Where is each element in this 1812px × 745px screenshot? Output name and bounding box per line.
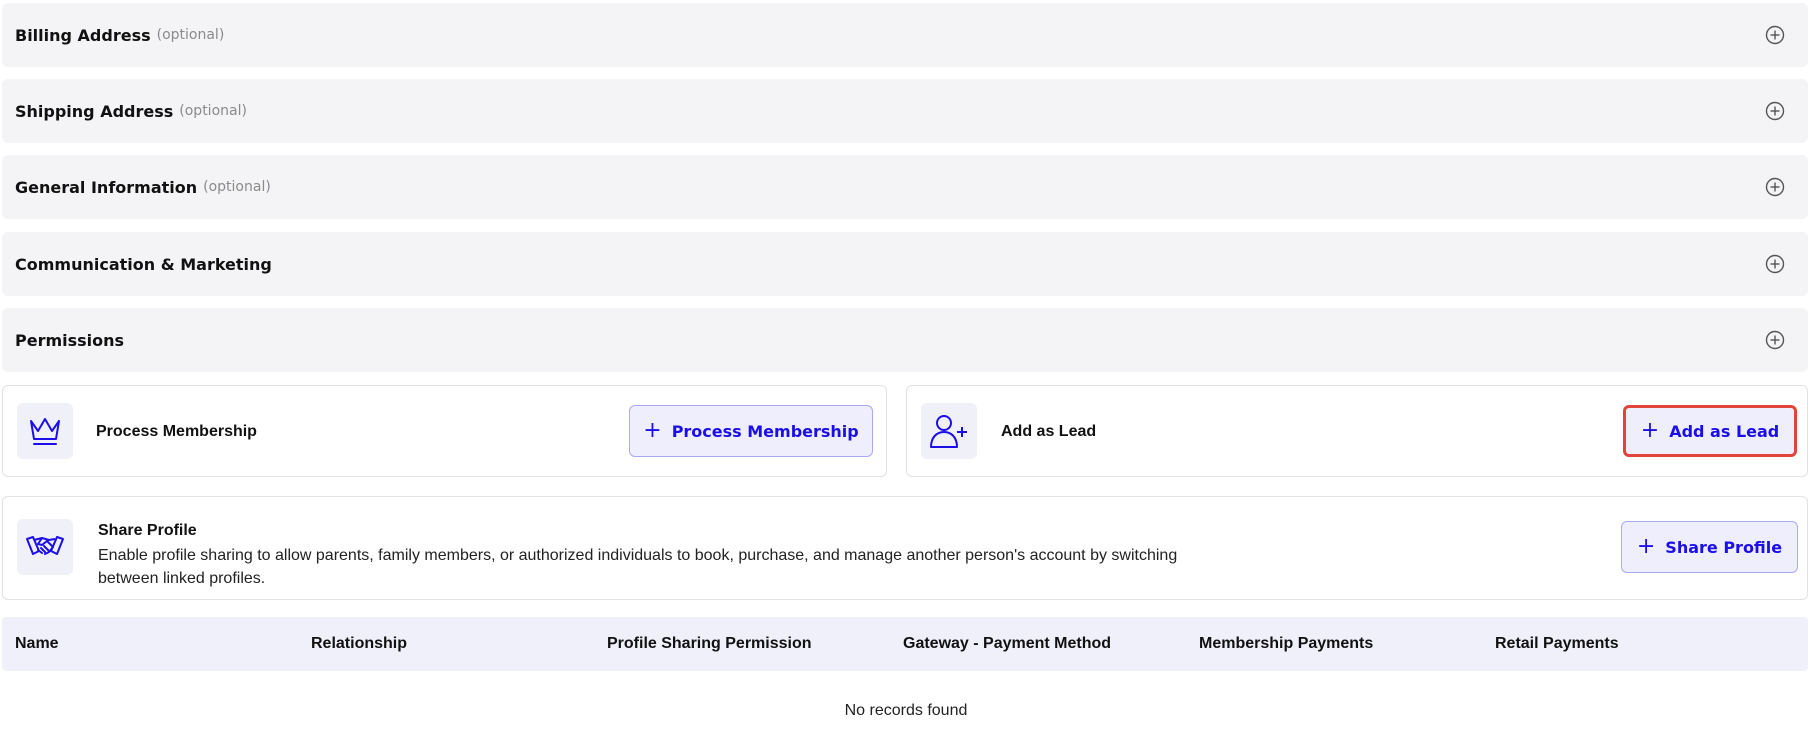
crown-icon — [17, 403, 73, 459]
column-header-relationship[interactable]: Relationship — [311, 617, 407, 671]
share-profile-button-label: Share Profile — [1665, 537, 1783, 557]
column-header-retail-payments[interactable]: Retail Payments — [1495, 617, 1619, 671]
section-title: General Information — [15, 177, 198, 197]
add-as-lead-label: Add as Lead — [1001, 423, 1097, 440]
section-billing-address[interactable]: Billing Address (optional) — [2, 3, 1808, 67]
section-optional-label: (optional) — [179, 103, 247, 119]
section-title: Billing Address — [15, 25, 151, 45]
expand-plus-icon[interactable] — [1765, 254, 1785, 274]
linked-profiles-table-header: Name Relationship Profile Sharing Permis… — [2, 617, 1808, 671]
column-header-gateway-payment-method[interactable]: Gateway - Payment Method — [903, 617, 1111, 671]
column-header-profile-sharing-permission[interactable]: Profile Sharing Permission — [607, 617, 812, 671]
section-optional-label: (optional) — [156, 27, 225, 43]
process-membership-button-label: Process Membership — [671, 421, 859, 441]
section-general-information[interactable]: General Information (optional) — [2, 155, 1808, 219]
section-title: Permissions — [15, 330, 125, 350]
process-membership-button[interactable]: + Process Membership — [629, 405, 873, 457]
empty-state-text: No records found — [844, 702, 968, 719]
section-permissions[interactable]: Permissions — [2, 308, 1808, 372]
add-as-lead-card: Add as Lead + Add as Lead — [906, 385, 1808, 477]
share-profile-card: Share Profile Enable profile sharing to … — [2, 496, 1808, 600]
profile-page: Billing Address (optional) Shipping Addr… — [0, 0, 1812, 745]
expand-plus-icon[interactable] — [1765, 330, 1785, 350]
add-as-lead-button-label: Add as Lead — [1669, 421, 1780, 441]
section-shipping-address[interactable]: Shipping Address (optional) — [2, 79, 1808, 143]
process-membership-card: Process Membership + Process Membership — [2, 385, 887, 477]
share-profile-description: Enable profile sharing to allow parents,… — [98, 547, 1178, 587]
add-user-icon — [921, 403, 977, 459]
share-profile-title: Share Profile — [98, 522, 197, 539]
handshake-icon — [17, 519, 73, 575]
plus-icon: + — [1640, 418, 1660, 443]
column-header-membership-payments[interactable]: Membership Payments — [1199, 617, 1373, 671]
section-title: Shipping Address — [15, 101, 174, 121]
section-communication-marketing[interactable]: Communication & Marketing — [2, 232, 1808, 296]
add-as-lead-button[interactable]: + Add as Lead — [1623, 405, 1797, 457]
expand-plus-icon[interactable] — [1765, 25, 1785, 45]
plus-icon: + — [643, 418, 662, 443]
plus-icon: + — [1636, 534, 1656, 559]
section-optional-label: (optional) — [203, 179, 271, 195]
expand-plus-icon[interactable] — [1765, 177, 1785, 197]
section-title: Communication & Marketing — [15, 254, 272, 274]
column-header-name[interactable]: Name — [15, 617, 59, 671]
process-membership-label: Process Membership — [96, 423, 257, 440]
share-profile-button[interactable]: + Share Profile — [1621, 521, 1798, 573]
expand-plus-icon[interactable] — [1765, 101, 1785, 121]
